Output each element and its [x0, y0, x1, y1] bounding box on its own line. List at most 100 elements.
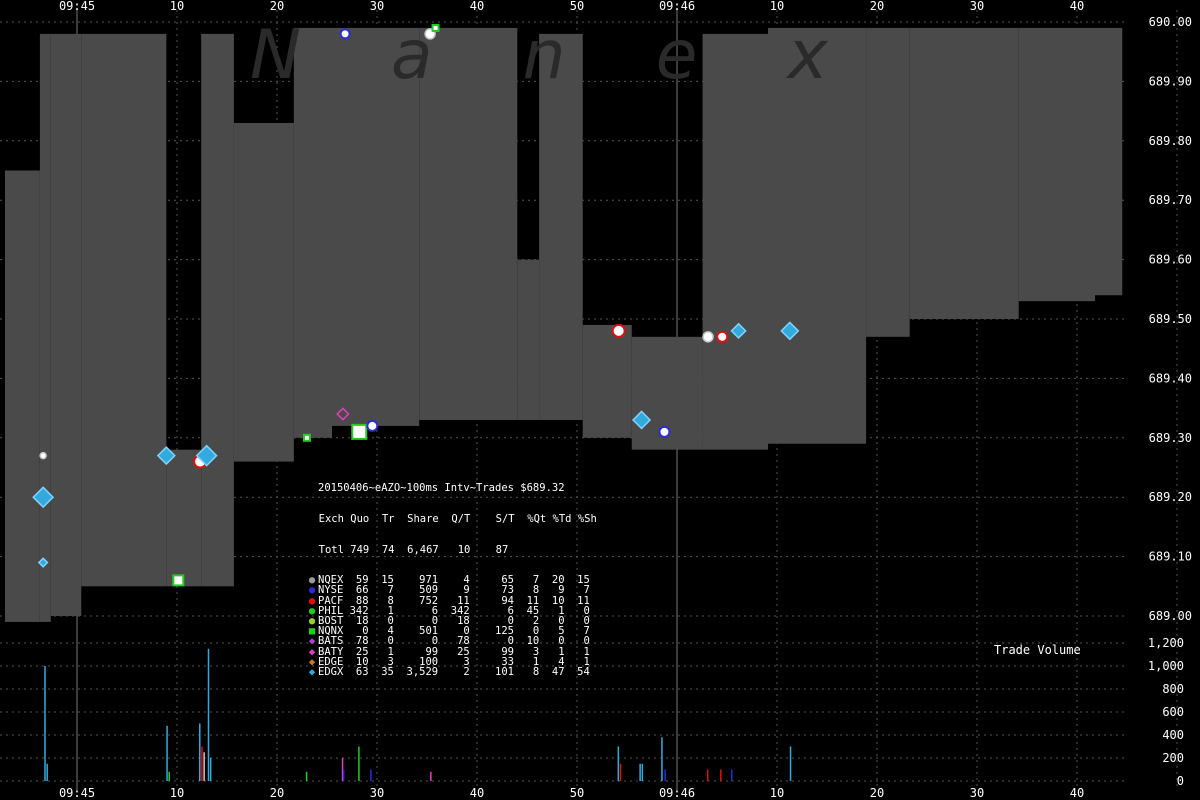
trade-marker [366, 419, 379, 432]
price-tick-label: 689.00 [1149, 609, 1192, 623]
volume-bar [305, 771, 308, 781]
spread-segment [5, 170, 40, 622]
trade-marker [172, 574, 185, 587]
price-tick-label: 689.80 [1149, 134, 1192, 148]
spread-segment [201, 33, 234, 587]
volume-label: Trade Volume [994, 643, 1081, 657]
watermark: Nanex [250, 16, 918, 95]
volume-tick-label: 0 [1177, 774, 1184, 788]
spread-segment [166, 449, 202, 587]
price-tick-label: 689.50 [1149, 312, 1192, 326]
exchange-color-icon: ◆ [308, 635, 316, 648]
x-tick-label-bottom: 40 [470, 786, 484, 800]
volume-bar [617, 746, 620, 781]
volume-bar [789, 746, 792, 781]
exchange-stats-table: 20150406~eAZO~100ms Intv~Trades $689.32 … [306, 463, 597, 687]
volume-bar [430, 771, 432, 781]
volume-tick-label: 1,000 [1148, 659, 1184, 673]
volume-bar [44, 666, 46, 781]
x-tick-label-top: 10 [170, 0, 184, 13]
volume-bar [664, 769, 666, 781]
x-tick-label-bottom: 20 [270, 786, 284, 800]
spread-segment [1095, 27, 1123, 296]
stats-total: Totl 749 74 6,467 10 87 [306, 543, 509, 556]
volume-bar [166, 725, 168, 781]
x-tick-label-top: 10 [770, 0, 784, 13]
volume-bar [46, 763, 48, 781]
x-tick-label-top: 20 [270, 0, 284, 13]
volume-bar [168, 771, 170, 781]
y-axis-labels: 689.00 689.10 689.20 689.30 689.40 689.50 689.… [1148, 15, 1192, 788]
spread-segment [702, 33, 768, 450]
price-tick-label: 689.90 [1149, 74, 1192, 88]
trade-marker [431, 23, 440, 32]
x-tick-label-top: 30 [370, 0, 384, 13]
trade-marker [716, 330, 729, 343]
spread-segment [1018, 27, 1095, 302]
trade-marker [351, 423, 368, 440]
price-tick-label: 689.30 [1149, 431, 1192, 445]
trade-marker [302, 433, 311, 442]
x-tick-label-top: 09:46 [659, 0, 695, 13]
x-tick-label-bottom: 09:46 [659, 786, 695, 800]
price-tick-label: 690.00 [1149, 15, 1192, 29]
stats-row: ◆ BATS 78 0 0 78 0 10 0 0 [306, 635, 597, 648]
trade-marker [339, 28, 351, 40]
stats-row: ◆ EDGX 63 35 3,529 2 101 8 47 54 [306, 665, 597, 678]
spread-segment [50, 33, 82, 616]
spread-segment [233, 122, 294, 462]
volume-bar [209, 758, 212, 781]
volume-bar [207, 648, 210, 781]
volume-bar [203, 752, 205, 781]
volume-bar [641, 763, 644, 781]
x-tick-label-top: 20 [870, 0, 884, 13]
volume-tick-label: 1,200 [1148, 636, 1184, 650]
price-tick-label: 689.60 [1149, 253, 1192, 267]
spread-segment [517, 259, 540, 420]
volume-bar [342, 769, 345, 781]
x-tick-label-bottom: 30 [370, 786, 384, 800]
volume-tick-label: 400 [1162, 728, 1184, 742]
x-tick-label-top: 40 [470, 0, 484, 13]
volume-bar [720, 769, 722, 781]
price-tick-label: 689.20 [1149, 490, 1192, 504]
exchange-color-icon: ◆ [308, 665, 316, 678]
volume-bar [706, 769, 709, 781]
x-tick-label-bottom: 30 [970, 786, 984, 800]
price-tick-label: 689.10 [1149, 550, 1192, 564]
x-tick-label-bottom: 20 [870, 786, 884, 800]
x-tick-label-bottom: 40 [1070, 786, 1084, 800]
volume-bar [199, 723, 201, 781]
volume-bar [661, 737, 663, 781]
spread-segment [909, 27, 1019, 319]
volume-tick-label: 200 [1162, 751, 1184, 765]
stats-header: 20150406~eAZO~100ms Intv~Trades $689.32 [318, 482, 565, 495]
x-tick-label-top: 50 [570, 0, 584, 13]
trade-marker [702, 331, 714, 343]
trade-marker [611, 323, 626, 338]
trade-marker [658, 425, 671, 438]
price-tick-label: 689.70 [1149, 193, 1192, 207]
volume-bar [639, 763, 641, 781]
trade-marker [39, 451, 47, 460]
x-tick-label-top: 09:45 [59, 0, 95, 13]
volume-bar [201, 746, 203, 781]
volume-tick-label: 600 [1162, 705, 1184, 719]
x-tick-label-bottom: 10 [770, 786, 784, 800]
x-tick-label-top: 30 [970, 0, 984, 13]
stats-row-text: BATS 78 0 0 78 0 10 0 0 [318, 635, 590, 648]
volume-bar [619, 763, 622, 781]
stats-rows: ● NQEX 59 15 971 4 65 7 20 15 ● NYSE 66 7 5… [306, 575, 597, 677]
price-tick-label: 689.40 [1149, 371, 1192, 385]
price-volume-chart: Nanex 689.00689.10689.20689.30689.40689.… [0, 0, 1192, 800]
spread-segment [39, 33, 51, 622]
volume-bar [370, 769, 372, 781]
x-tick-label-top: 40 [1070, 0, 1084, 13]
volume-bar [358, 746, 360, 781]
stats-columns: Exch Quo Tr Share Q/T S/T %Qt %Td %Sh [306, 513, 597, 525]
x-tick-label-bottom: 10 [170, 786, 184, 800]
volume-bar [730, 769, 733, 781]
stats-row-text: EDGX 63 35 3,529 2 101 8 47 54 [318, 665, 590, 678]
x-tick-label-bottom: 09:45 [59, 786, 95, 800]
volume-tick-label: 800 [1162, 682, 1184, 696]
